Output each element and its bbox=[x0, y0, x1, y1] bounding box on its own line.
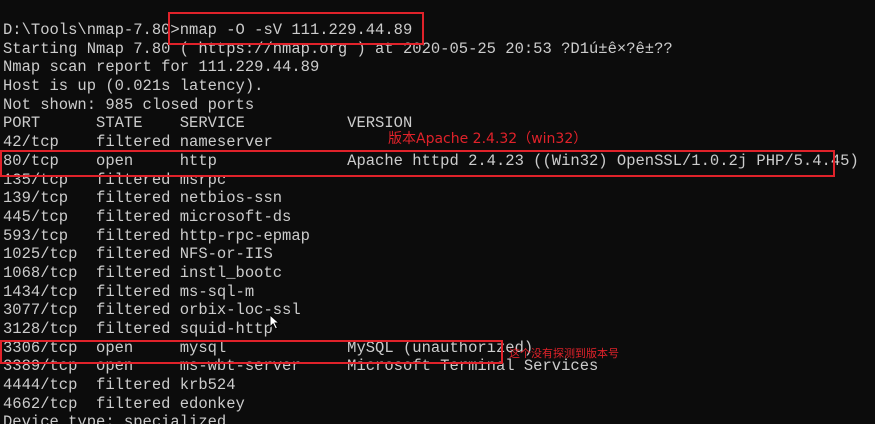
apache-version-annotation: 版本Apache 2.4.32（win32） bbox=[388, 131, 588, 147]
device-type-line: Device type: specialized bbox=[3, 413, 227, 424]
nmap-start-line: Starting Nmap 7.80 ( https://nmap.org ) … bbox=[3, 39, 673, 58]
port-row: 1434/tcp filtered ms-sql-m bbox=[3, 282, 255, 301]
port-row: 139/tcp filtered netbios-ssn bbox=[3, 189, 283, 208]
terminal-window[interactable]: D:\Tools\nmap-7.80>nmap -O -sV 111.229.4… bbox=[0, 0, 875, 424]
command-highlight-box bbox=[168, 12, 424, 45]
port-row: 593/tcp filtered http-rpc-epmap bbox=[3, 226, 310, 245]
port-row: 1025/tcp filtered NFS-or-IIS bbox=[3, 245, 273, 264]
mouse-pointer-icon bbox=[269, 314, 281, 330]
mysql-version-annotation: 这个没有探测到版本号 bbox=[509, 347, 619, 360]
prompt-command-line: D:\Tools\nmap-7.80>nmap -O -sV 111.229.4… bbox=[3, 21, 413, 39]
port-row: 3077/tcp filtered orbix-loc-ssl bbox=[3, 301, 301, 320]
scan-report-line: Nmap scan report for 111.229.44.89 bbox=[3, 58, 320, 77]
port-row: 445/tcp filtered microsoft-ds bbox=[3, 207, 292, 226]
host-status-line: Host is up (0.021s latency). bbox=[3, 77, 264, 96]
apache-version-highlight-box bbox=[0, 150, 835, 177]
port-row: 4662/tcp filtered edonkey bbox=[3, 394, 245, 413]
not-shown-line: Not shown: 985 closed ports bbox=[3, 95, 255, 114]
port-row: 1068/tcp filtered instl_bootc bbox=[3, 263, 283, 282]
port-row: 4444/tcp filtered krb524 bbox=[3, 376, 236, 395]
mysql-highlight-box bbox=[0, 340, 503, 364]
port-row: 3128/tcp filtered squid-http bbox=[3, 320, 273, 338]
